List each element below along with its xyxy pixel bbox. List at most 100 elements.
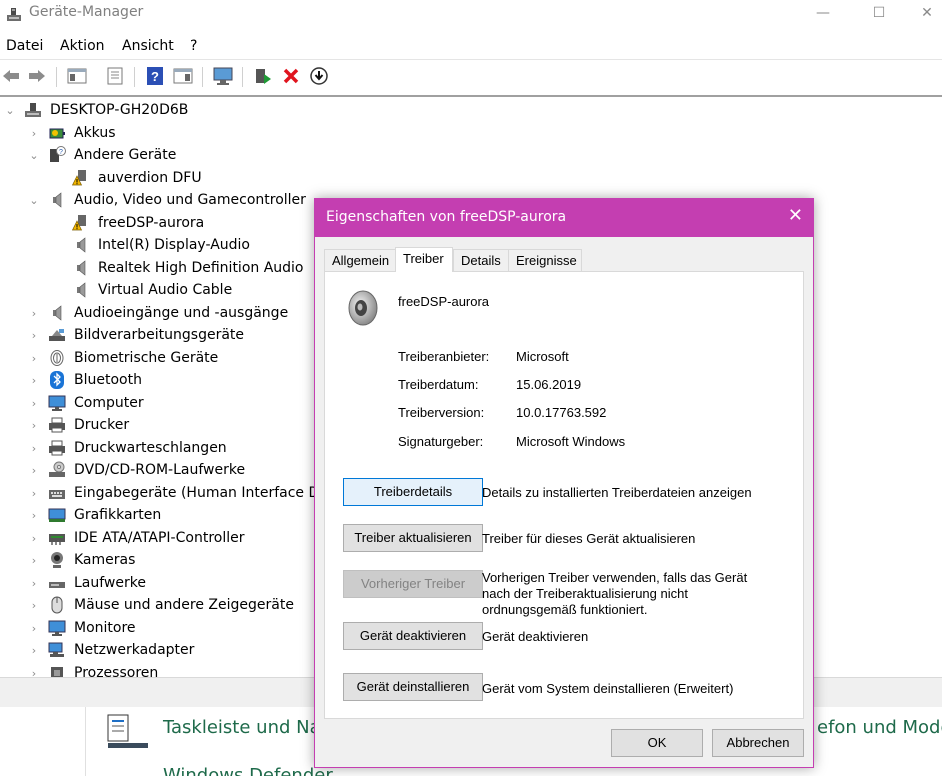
chevron-right-icon[interactable]: › <box>28 352 40 365</box>
rollback-driver-button[interactable]: Vorheriger Treiber <box>343 570 483 598</box>
unknown-device-icon: ? <box>48 146 66 164</box>
tree-item-label: auverdion DFU <box>98 170 202 186</box>
tree-item-label: Virtual Audio Cable <box>98 282 233 298</box>
tree-item-label: Biometrische Geräte <box>74 350 219 366</box>
chevron-right-icon[interactable]: › <box>28 442 40 455</box>
chevron-right-icon[interactable]: › <box>28 532 40 545</box>
speaker-icon <box>48 191 66 209</box>
tab-ereignisse[interactable]: Ereignisse <box>508 249 582 271</box>
properties-icon[interactable] <box>104 65 126 87</box>
chevron-right-icon[interactable]: › <box>28 127 40 140</box>
tab-treiber[interactable]: Treiber <box>395 247 453 272</box>
battery-icon <box>48 124 66 142</box>
phone-settings-link[interactable]: efon und Mode <box>817 717 942 738</box>
uninstall-device-description: Gerät vom System deinstallieren (Erweite… <box>482 681 734 696</box>
tree-item-label: Andere Geräte <box>74 147 177 163</box>
uninstall-device-icon[interactable] <box>280 65 302 87</box>
menu-aktion[interactable]: Aktion <box>60 38 105 54</box>
computer-icon <box>24 101 42 119</box>
chevron-right-icon[interactable]: › <box>28 487 40 500</box>
toolbar-separator <box>242 67 243 87</box>
chevron-down-icon[interactable]: ⌄ <box>28 194 40 207</box>
ok-button[interactable]: OK <box>611 729 703 757</box>
update-driver-icon[interactable] <box>252 65 274 87</box>
chevron-right-icon[interactable]: › <box>28 397 40 410</box>
chevron-right-icon[interactable]: › <box>28 509 40 522</box>
toolbar-separator <box>202 67 203 87</box>
back-arrow-icon[interactable] <box>0 65 22 87</box>
taskbar-settings-icon <box>106 713 148 753</box>
chevron-right-icon[interactable]: › <box>28 622 40 635</box>
network-icon <box>48 641 66 659</box>
maximize-button[interactable]: ☐ <box>856 0 902 28</box>
monitor-icon <box>48 619 66 637</box>
tree-item-label: Monitore <box>74 620 136 636</box>
rollback-driver-description: Vorherigen Treiber verwenden, falls das … <box>482 570 748 617</box>
driver-provider-label: Treiberanbieter: <box>398 349 490 364</box>
menu-datei[interactable]: Datei <box>6 38 43 54</box>
menu-help[interactable]: ? <box>190 38 197 54</box>
forward-arrow-icon[interactable] <box>26 65 48 87</box>
tree-item-label: Netzwerkadapter <box>74 642 195 658</box>
tree-item-label: Grafikkarten <box>74 507 162 523</box>
help-icon[interactable]: ? <box>144 65 166 87</box>
processor-icon <box>48 664 66 677</box>
disable-device-description: Gerät deaktivieren <box>482 629 589 644</box>
cancel-button[interactable]: Abbrechen <box>712 729 804 757</box>
speaker-icon <box>72 259 90 277</box>
taskbar-settings-link[interactable]: Taskleiste und Na <box>163 717 321 738</box>
tab-allgemein[interactable]: Allgemein <box>324 249 396 271</box>
chevron-right-icon[interactable]: › <box>28 644 40 657</box>
chevron-down-icon[interactable]: ⌄ <box>28 149 40 162</box>
driver-date-label: Treiberdatum: <box>398 377 479 392</box>
monitor-icon <box>48 394 66 412</box>
menu-bar: Datei Aktion Ansicht ? <box>0 34 942 60</box>
tree-item-label: Realtek High Definition Audio <box>98 260 304 276</box>
dialog-close-button[interactable]: ✕ <box>788 207 803 225</box>
tab-details[interactable]: Details <box>453 249 509 271</box>
chevron-right-icon[interactable]: › <box>28 307 40 320</box>
disable-device-button[interactable]: Gerät deaktivieren <box>343 622 483 650</box>
update-driver-description: Treiber für dieses Gerät aktualisieren <box>482 531 696 546</box>
digital-signer-value: Microsoft Windows <box>516 434 626 449</box>
toolbar: ? <box>0 61 942 97</box>
tree-item-label: Eingabegeräte (Human Interface Devi <box>74 485 341 501</box>
chevron-right-icon[interactable]: › <box>28 419 40 432</box>
chevron-right-icon[interactable]: › <box>28 667 40 678</box>
dialog-title: Eigenschaften von freeDSP-aurora <box>326 209 567 225</box>
tree-item-label: IDE ATA/ATAPI-Controller <box>74 530 245 546</box>
uninstall-device-button[interactable]: Gerät deinstallieren <box>343 673 483 701</box>
chevron-right-icon[interactable]: › <box>28 464 40 477</box>
action-pane-icon[interactable] <box>172 65 194 87</box>
bluetooth-icon <box>48 371 66 389</box>
update-driver-button[interactable]: Treiber aktualisieren <box>343 524 483 552</box>
chevron-right-icon[interactable]: › <box>28 374 40 387</box>
tree-item-label: Bluetooth <box>74 372 142 388</box>
driver-details-button[interactable]: Treiberdetails <box>343 478 483 506</box>
speaker-icon <box>72 281 90 299</box>
tree-item-label: Bildverarbeitungsgeräte <box>74 327 245 343</box>
chevron-right-icon[interactable]: › <box>28 329 40 342</box>
controller-icon <box>48 529 66 547</box>
svg-text:?: ? <box>151 69 159 84</box>
scan-hardware-icon[interactable] <box>212 65 234 87</box>
driver-provider-value: Microsoft <box>516 349 569 364</box>
webcam-icon <box>48 551 66 569</box>
svg-text:?: ? <box>59 149 63 156</box>
tree-item-label: Audioeingänge und -ausgänge <box>74 305 289 321</box>
chevron-right-icon[interactable]: › <box>28 554 40 567</box>
chevron-down-icon[interactable]: ⌄ <box>4 104 16 117</box>
menu-ansicht[interactable]: Ansicht <box>122 38 174 54</box>
minimize-button[interactable]: — <box>800 0 846 28</box>
chevron-right-icon[interactable]: › <box>28 577 40 590</box>
tree-item-label: Intel(R) Display-Audio <box>98 237 250 253</box>
chevron-right-icon[interactable]: › <box>28 599 40 612</box>
printer-icon <box>48 416 66 434</box>
disable-device-icon[interactable] <box>308 65 330 87</box>
close-button[interactable]: ✕ <box>912 0 942 28</box>
driver-version-label: Treiberversion: <box>398 405 485 420</box>
printer-icon <box>48 439 66 457</box>
show-hide-console-tree-icon[interactable] <box>66 65 88 87</box>
tree-item-label: Audio, Video und Gamecontroller <box>74 192 306 208</box>
windows-defender-link[interactable]: Windows Defender <box>163 765 333 776</box>
